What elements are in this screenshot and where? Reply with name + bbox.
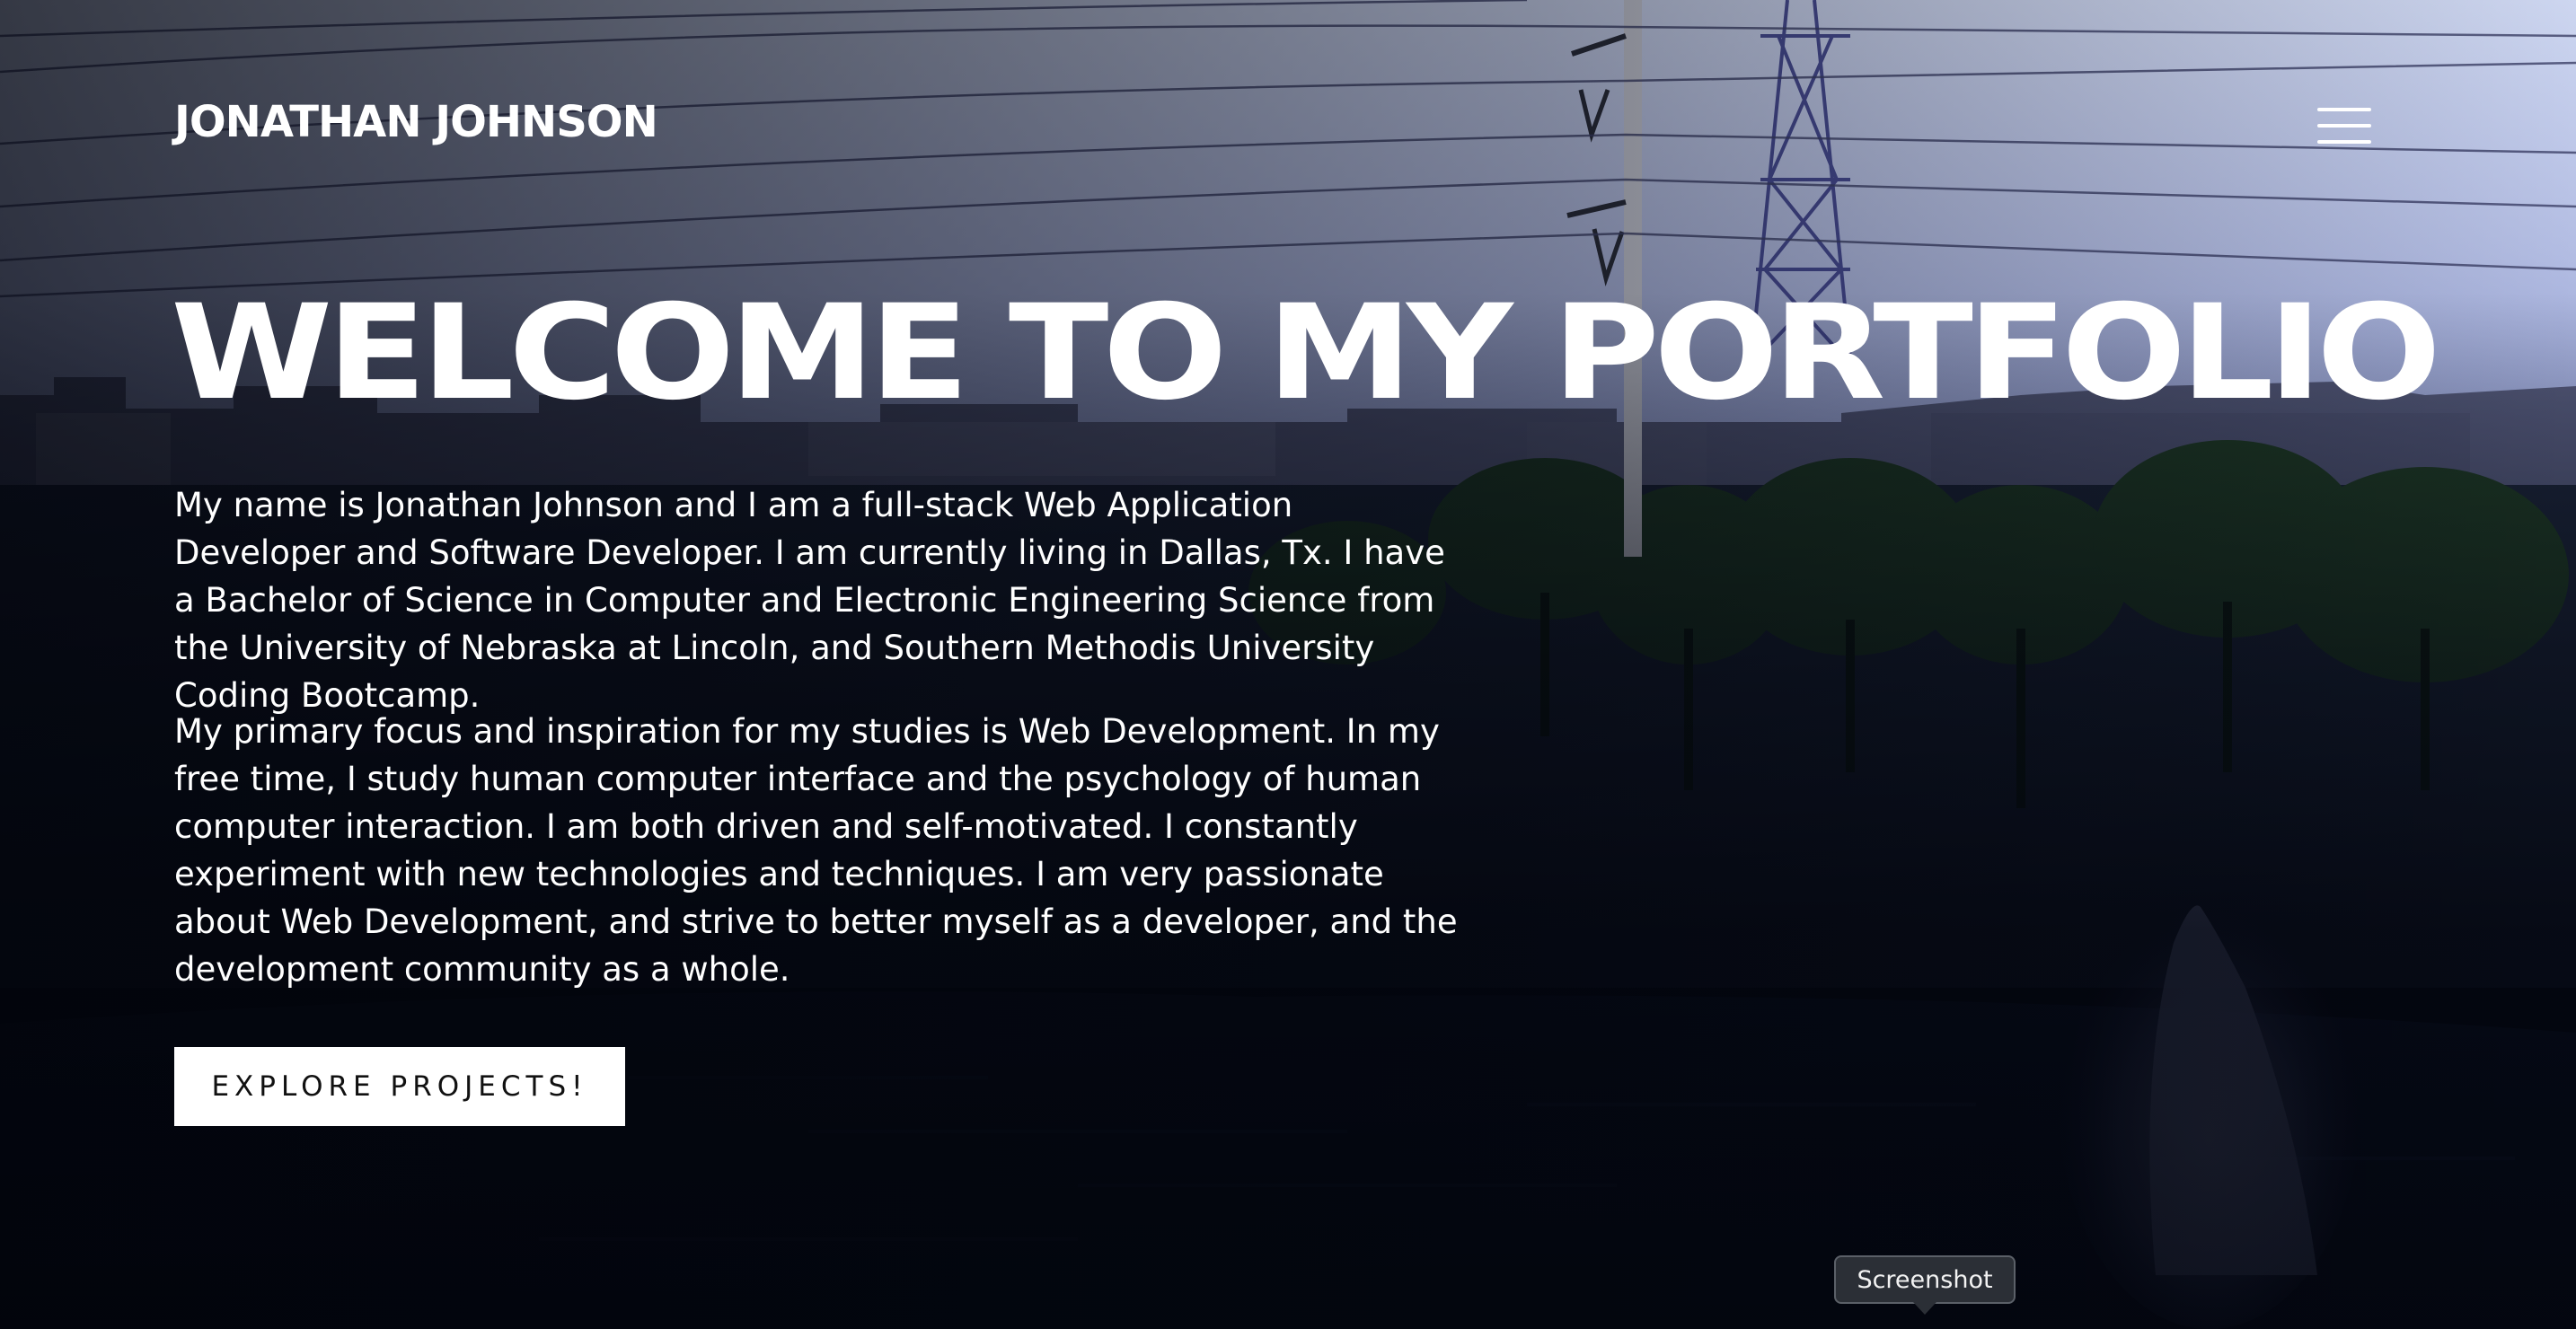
site-name-logo[interactable]: JONATHAN JOHNSON — [174, 97, 658, 147]
bio-paragraph-focus: My primary focus and inspiration for my … — [174, 712, 1458, 989]
tooltip-arrow — [1913, 1302, 1936, 1315]
menu-bar-top — [2317, 108, 2371, 111]
menu-bar-middle — [2317, 124, 2371, 128]
hamburger-menu-icon[interactable] — [2317, 106, 2377, 147]
explore-projects-button[interactable]: EXPLORE PROJECTS! — [174, 1047, 625, 1126]
hero-title: WELCOME TO MY PORTFOLIO — [171, 277, 2441, 429]
portfolio-page: JONATHAN JOHNSON WELCOME TO MY PORTFOLIO… — [0, 0, 2576, 1329]
bio-paragraph-intro: My name is Jonathan Johnson and I am a f… — [174, 486, 1445, 715]
menu-bar-bottom — [2317, 140, 2371, 144]
screenshot-tooltip: Screenshot — [1834, 1255, 2016, 1304]
